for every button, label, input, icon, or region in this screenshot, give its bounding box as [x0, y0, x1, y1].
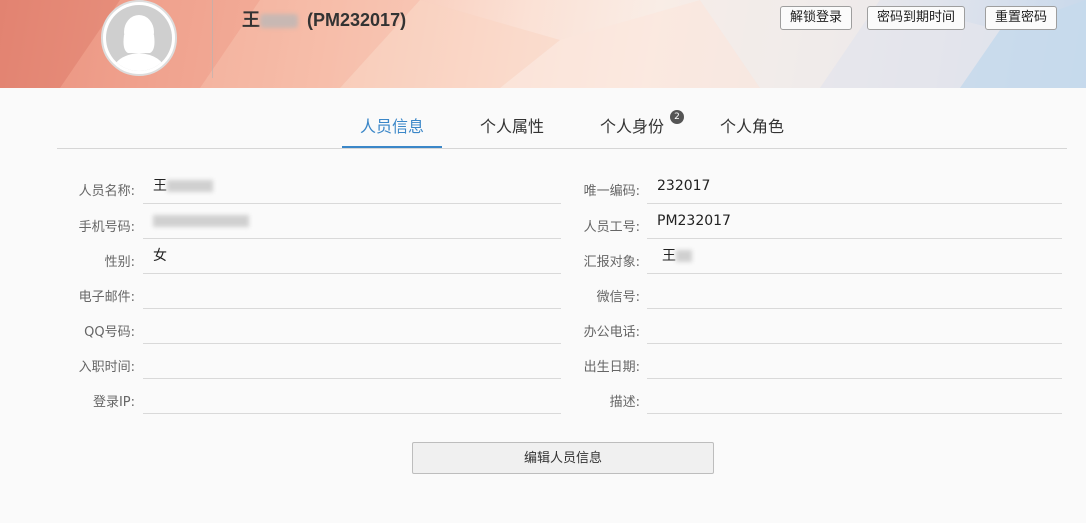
edit-personnel-info-button[interactable]: 编辑人员信息 — [412, 442, 714, 474]
label-description: 描述: — [609, 395, 640, 410]
user-title: 王 (PM232017) — [242, 6, 406, 30]
password-expiry-button[interactable]: 密码到期时间 — [867, 6, 966, 30]
reset-password-button[interactable]: 重置密码 — [985, 6, 1058, 30]
value-email[interactable] — [143, 274, 561, 309]
identity-count-badge: 2 — [670, 110, 684, 124]
label-login-ip: 登录IP: — [92, 395, 135, 410]
tab-bar: 人员信息 个人属性 个人身份 2 个人角色 — [0, 108, 1086, 148]
value-login-ip[interactable] — [143, 379, 561, 414]
value-birth-date[interactable] — [647, 344, 1062, 379]
label-wechat: 微信号: — [596, 290, 640, 305]
label-phone: 手机号码: — [78, 220, 135, 235]
header-divider — [212, 0, 213, 78]
redacted-report-to-value — [676, 250, 692, 262]
label-employee-number: 人员工号: — [583, 220, 640, 235]
value-hire-date[interactable] — [143, 344, 561, 379]
label-report-to: 汇报对象: — [583, 255, 640, 270]
label-qq: QQ号码: — [84, 325, 135, 340]
value-gender[interactable]: 女 — [143, 239, 561, 274]
label-birth-date: 出生日期: — [583, 360, 640, 375]
unlock-login-button[interactable]: 解锁登录 — [780, 6, 853, 30]
value-wechat[interactable] — [647, 274, 1062, 309]
value-unique-code[interactable]: 232017 — [647, 169, 1062, 204]
tab-personal-identity[interactable]: 个人身份 2 — [588, 108, 684, 148]
label-hire-date: 入职时间: — [78, 360, 135, 375]
value-qq[interactable] — [143, 309, 561, 344]
label-name: 人员名称: — [78, 184, 135, 199]
value-employee-number[interactable]: PM232017 — [647, 204, 1062, 239]
user-silhouette-icon — [106, 5, 172, 71]
value-description[interactable] — [647, 379, 1062, 414]
value-office-phone[interactable] — [647, 309, 1062, 344]
value-report-to[interactable]: 王 — [647, 239, 1062, 274]
avatar[interactable] — [101, 0, 177, 76]
user-name: 王 — [242, 10, 260, 30]
label-email: 电子邮件: — [78, 290, 135, 305]
user-code: (PM232017) — [307, 10, 407, 30]
value-report-to-text: 王 — [662, 248, 676, 264]
value-name[interactable]: 王 — [143, 169, 561, 204]
tab-personnel-info[interactable]: 人员信息 — [342, 108, 442, 148]
value-name-text: 王 — [153, 178, 167, 194]
label-unique-code: 唯一编码: — [583, 184, 640, 199]
redacted-phone-value — [153, 215, 249, 227]
tab-underline-divider — [57, 148, 1067, 149]
tab-personal-attributes[interactable]: 个人属性 — [468, 108, 556, 148]
tab-personal-identity-label: 个人身份 — [599, 117, 664, 136]
tab-personal-roles[interactable]: 个人角色 — [708, 108, 796, 148]
redacted-name-value — [167, 180, 213, 192]
redacted-name — [260, 14, 298, 29]
label-office-phone: 办公电话: — [583, 325, 640, 340]
label-gender: 性别: — [104, 255, 135, 270]
profile-banner: 王 (PM232017) 解锁登录 密码到期时间 重置密码 — [0, 0, 1086, 88]
value-phone[interactable] — [143, 204, 561, 239]
